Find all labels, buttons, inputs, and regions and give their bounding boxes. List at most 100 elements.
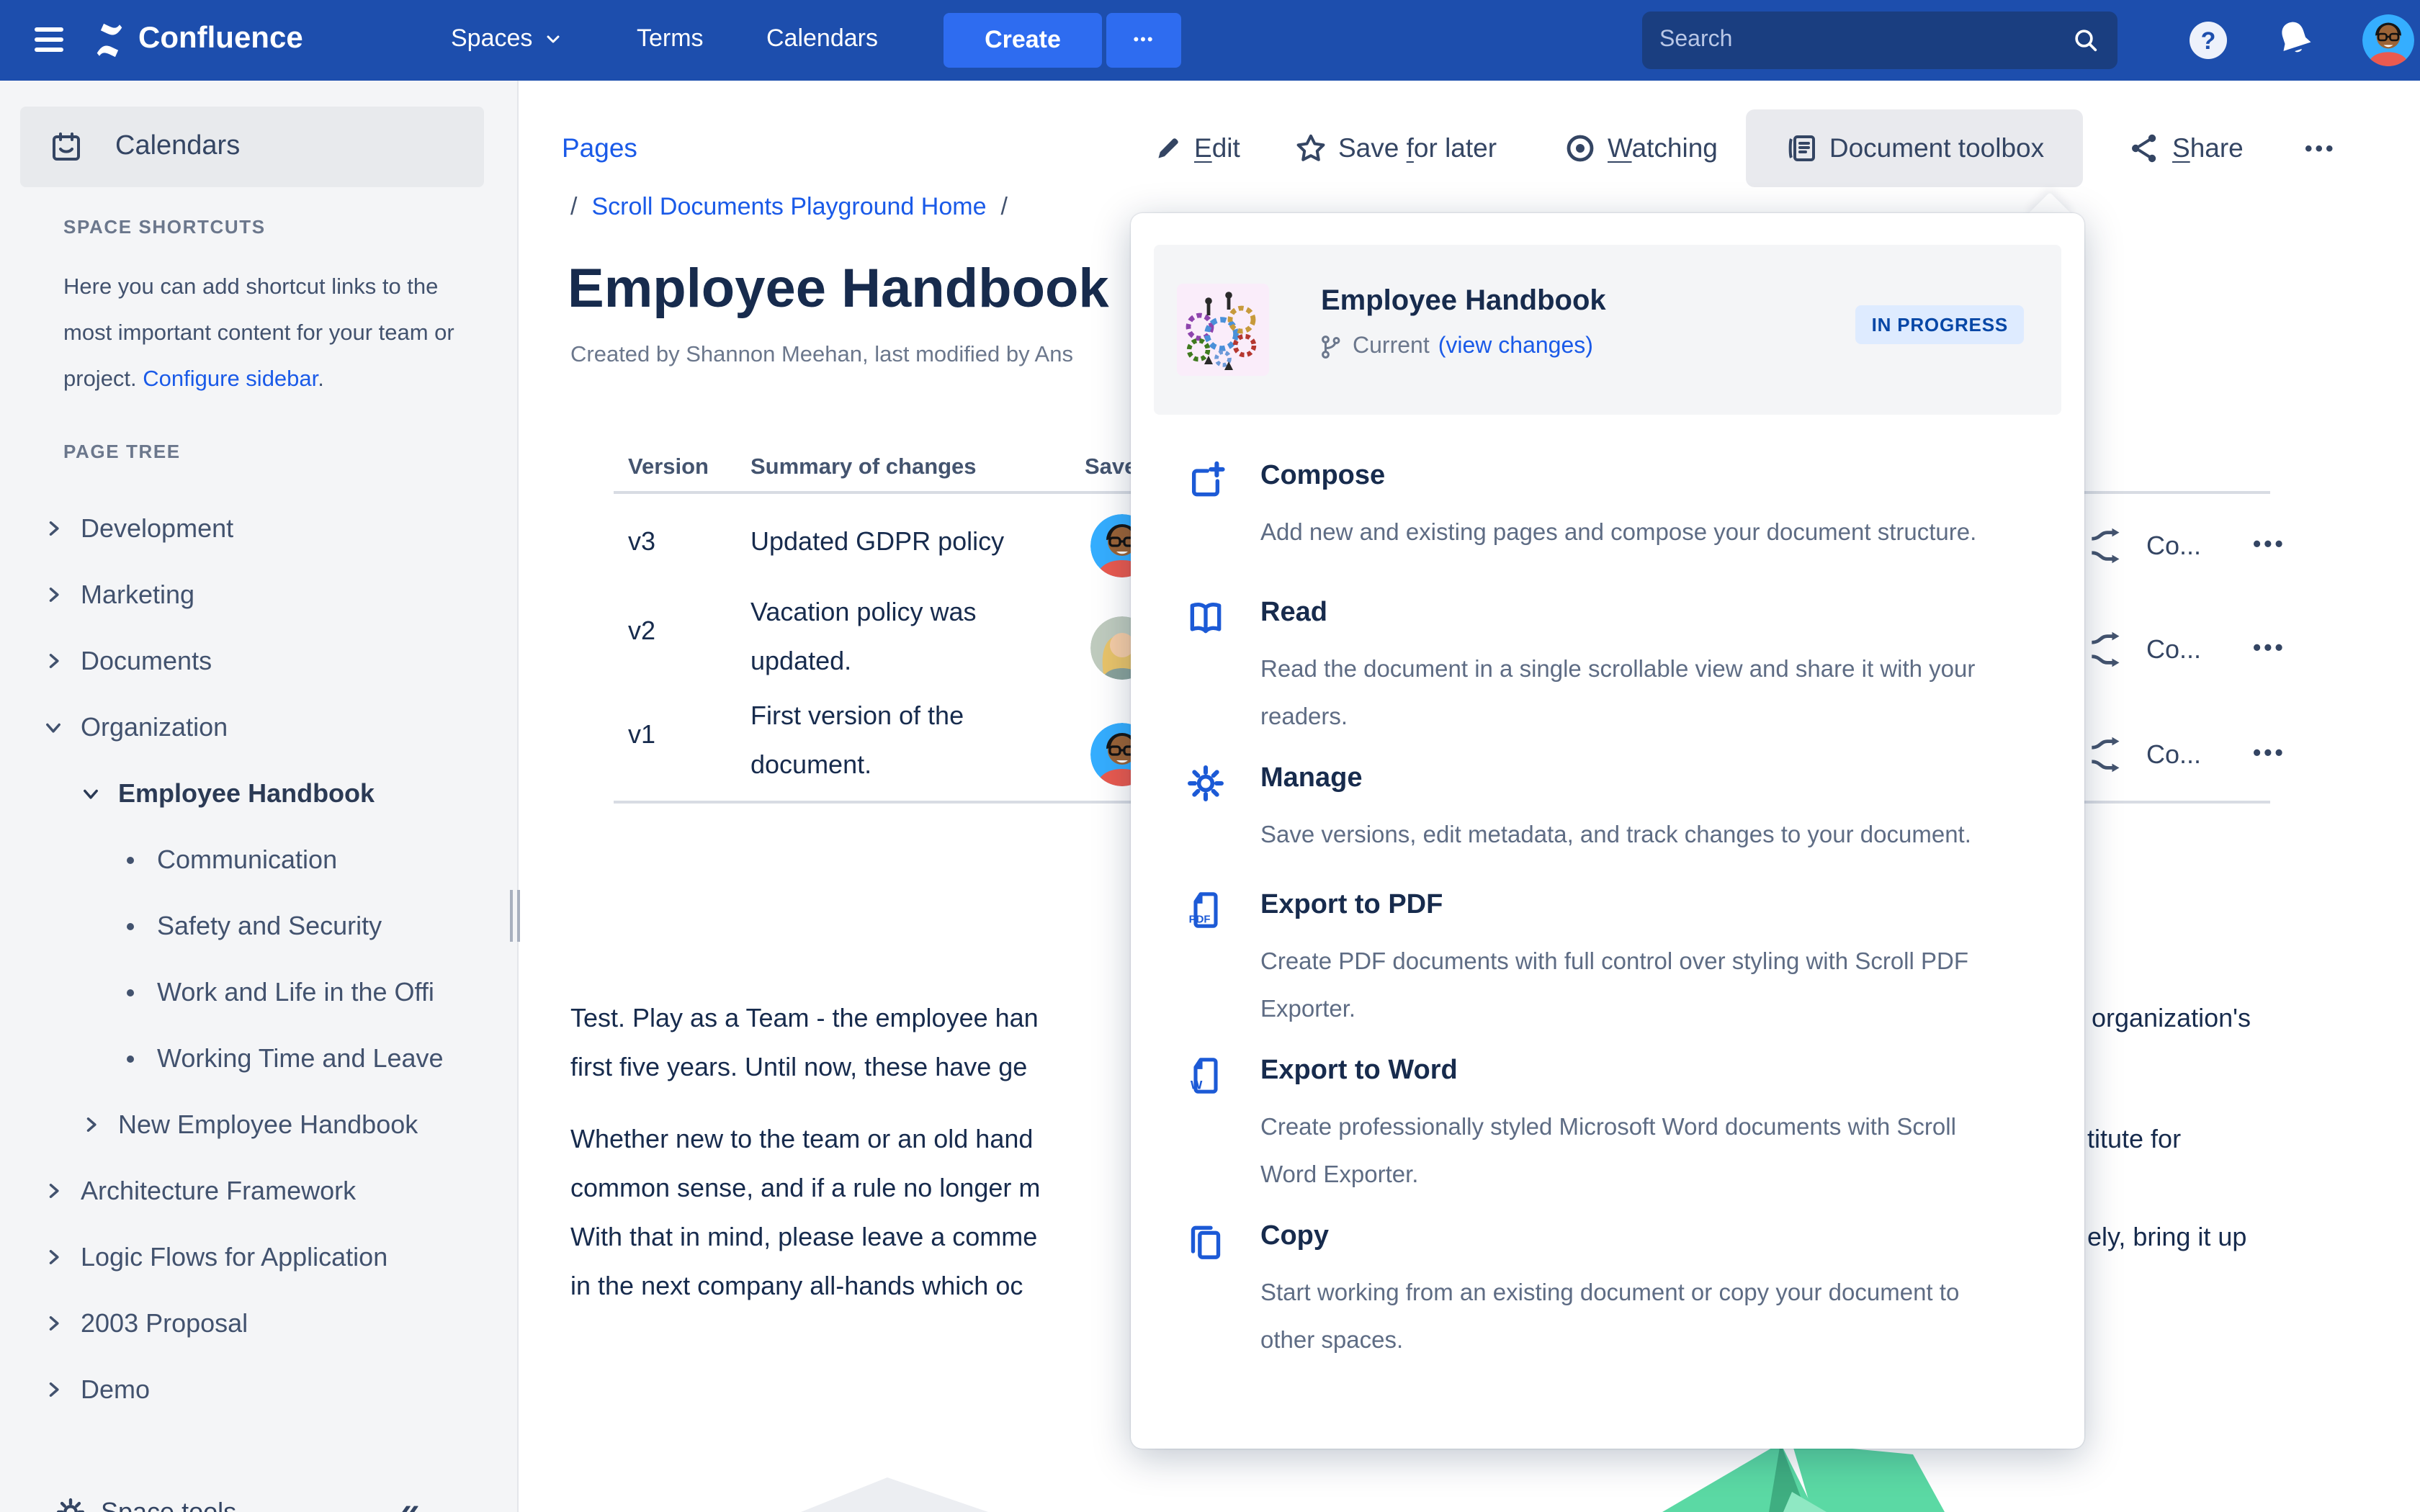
compare-button[interactable]: Co... — [2146, 634, 2201, 665]
tree-item-marketing[interactable]: Marketing — [0, 562, 519, 628]
sidebar-item-calendars[interactable]: Calendars — [20, 107, 484, 187]
table-row-actions: Co... ••• — [2089, 631, 2286, 668]
table-header-summary: Summary of changes — [750, 455, 977, 481]
bullet-icon — [127, 856, 134, 863]
confluence-logo-text[interactable]: Confluence — [138, 22, 303, 56]
body-text: common sense, and if a rule no longer m — [570, 1174, 1040, 1204]
share-button[interactable]: Share — [2128, 118, 2244, 179]
notifications-bell-icon[interactable] — [2273, 17, 2316, 60]
space-tools-button[interactable]: Space tools — [101, 1497, 236, 1512]
chevron-right-icon[interactable] — [43, 651, 63, 671]
tree-item-employee-handbook[interactable]: Employee Handbook — [0, 760, 519, 827]
table-row-actions: Co... ••• — [2089, 736, 2286, 773]
tree-item-documents[interactable]: Documents — [0, 628, 519, 694]
document-thumbnail — [1177, 284, 1269, 376]
row-more-button[interactable]: ••• — [2253, 742, 2286, 768]
tree-item-demo[interactable]: Demo — [0, 1356, 519, 1423]
tree-item-new-employee-handbook[interactable]: New Employee Handbook — [0, 1092, 519, 1158]
chevron-right-icon[interactable] — [43, 1247, 63, 1267]
table-row-version: v2 — [628, 616, 655, 647]
search-icon[interactable] — [2071, 26, 2100, 55]
popup-version-row: Current (view changes) — [1318, 334, 1593, 360]
document-toolbox-popup: Employee Handbook Current (view changes)… — [1131, 213, 2084, 1449]
nav-spaces-menu[interactable]: Spaces — [451, 24, 561, 53]
tree-item-working-time-and-leave[interactable]: Working Time and Leave — [0, 1025, 519, 1092]
menu-item-read[interactable]: Read — [1260, 598, 1327, 629]
hamburger-menu-icon[interactable] — [35, 27, 63, 52]
tree-item-communication[interactable]: Communication — [0, 827, 519, 893]
row-more-button[interactable]: ••• — [2253, 533, 2286, 559]
table-header-version: Version — [628, 455, 709, 481]
menu-item-export-pdf-description: Create PDF documents with full control o… — [1260, 939, 2015, 1034]
menu-item-copy[interactable]: Copy — [1260, 1221, 1329, 1253]
chevron-right-icon[interactable] — [43, 585, 63, 605]
user-avatar[interactable] — [2362, 14, 2414, 66]
sidebar-resize-handle[interactable] — [510, 890, 520, 942]
status-badge: IN PROGRESS — [1856, 305, 2024, 344]
collapse-sidebar-button[interactable]: « — [400, 1492, 420, 1512]
chevron-down-icon — [544, 30, 561, 48]
nav-more-button[interactable]: ••• — [1106, 13, 1181, 68]
table-row-summary: Updated GDPR policy — [750, 527, 1004, 557]
tree-item-development[interactable]: Development — [0, 495, 519, 562]
document-toolbox-button[interactable]: Document toolbox — [1746, 109, 2083, 187]
compare-shuffle-icon[interactable] — [2089, 631, 2126, 668]
table-row-actions: Co... ••• — [2089, 527, 2286, 564]
tree-item-safety-and-security[interactable]: Safety and Security — [0, 893, 519, 959]
help-icon[interactable]: ? — [2187, 19, 2230, 62]
chevron-right-icon[interactable] — [43, 1380, 63, 1400]
breadcrumb-home-link[interactable]: Scroll Documents Playground Home — [591, 193, 986, 220]
export-word-icon: w — [1186, 1056, 1226, 1096]
svg-text:?: ? — [2201, 27, 2216, 55]
pages-breadcrumb-link[interactable]: Pages — [562, 118, 637, 179]
menu-item-compose[interactable]: Compose — [1260, 461, 1385, 492]
confluence-logo-icon — [89, 20, 130, 60]
compare-shuffle-icon[interactable] — [2089, 527, 2126, 564]
nav-calendars-link[interactable]: Calendars — [766, 24, 878, 53]
chevron-down-icon[interactable] — [81, 783, 101, 804]
configure-sidebar-link[interactable]: Configure sidebar — [143, 367, 318, 392]
tree-item-architecture-framework[interactable]: Architecture Framework — [0, 1158, 519, 1224]
sidebar: Calendars SPACE SHORTCUTS Here you can a… — [0, 81, 519, 1512]
compare-shuffle-icon[interactable] — [2089, 736, 2126, 773]
compare-button[interactable]: Co... — [2146, 531, 2201, 561]
eye-icon — [1563, 131, 1597, 166]
tree-item-organization[interactable]: Organization — [0, 694, 519, 760]
body-text: Whether new to the team or an old hand — [570, 1125, 1033, 1155]
compose-icon — [1186, 461, 1226, 501]
manage-gear-icon — [1186, 763, 1226, 804]
menu-item-manage[interactable]: Manage — [1260, 763, 1363, 795]
watching-button[interactable]: Watching — [1563, 118, 1718, 179]
row-more-button[interactable]: ••• — [2253, 636, 2286, 662]
menu-item-export-pdf[interactable]: Export to PDF — [1260, 890, 1443, 922]
chevron-right-icon[interactable] — [43, 1181, 63, 1201]
chevron-right-icon[interactable] — [43, 1313, 63, 1333]
chevron-right-icon[interactable] — [81, 1115, 101, 1135]
tree-item-2003-proposal[interactable]: 2003 Proposal — [0, 1290, 519, 1356]
chevron-right-icon[interactable] — [43, 518, 63, 539]
nav-terms-link[interactable]: Terms — [637, 24, 704, 53]
sidebar-footer: Space tools « — [0, 1466, 519, 1512]
gear-icon — [55, 1496, 86, 1512]
bullet-icon — [127, 1055, 134, 1062]
body-text: With that in mind, please leave a comme — [570, 1223, 1037, 1253]
tree-item-work-and-life[interactable]: Work and Life in the Offi — [0, 959, 519, 1025]
svg-text:PDF: PDF — [1189, 914, 1211, 926]
table-row-summary: First version of the document. — [750, 691, 1060, 789]
search-field — [1642, 12, 2118, 69]
view-changes-link[interactable]: (view changes) — [1438, 334, 1593, 360]
popup-document-title: Employee Handbook — [1321, 285, 1606, 318]
page-more-button[interactable]: ••• — [2305, 118, 2336, 179]
byline: Created by Shannon Meehan, last modified… — [570, 343, 1073, 369]
breadcrumb: /Scroll Documents Playground Home/ — [570, 193, 1008, 222]
menu-item-export-word[interactable]: Export to Word — [1260, 1056, 1458, 1087]
tree-item-logic-flows[interactable]: Logic Flows for Application — [0, 1224, 519, 1290]
calendar-icon — [49, 130, 84, 164]
page-tree-heading: PAGE TREE — [63, 441, 181, 462]
search-input[interactable] — [1642, 27, 2071, 53]
compare-button[interactable]: Co... — [2146, 739, 2201, 770]
create-button[interactable]: Create — [944, 13, 1102, 68]
edit-button[interactable]: Edit — [1152, 118, 1240, 179]
chevron-down-icon[interactable] — [43, 717, 63, 737]
save-for-later-button[interactable]: Save for later — [1294, 118, 1497, 179]
